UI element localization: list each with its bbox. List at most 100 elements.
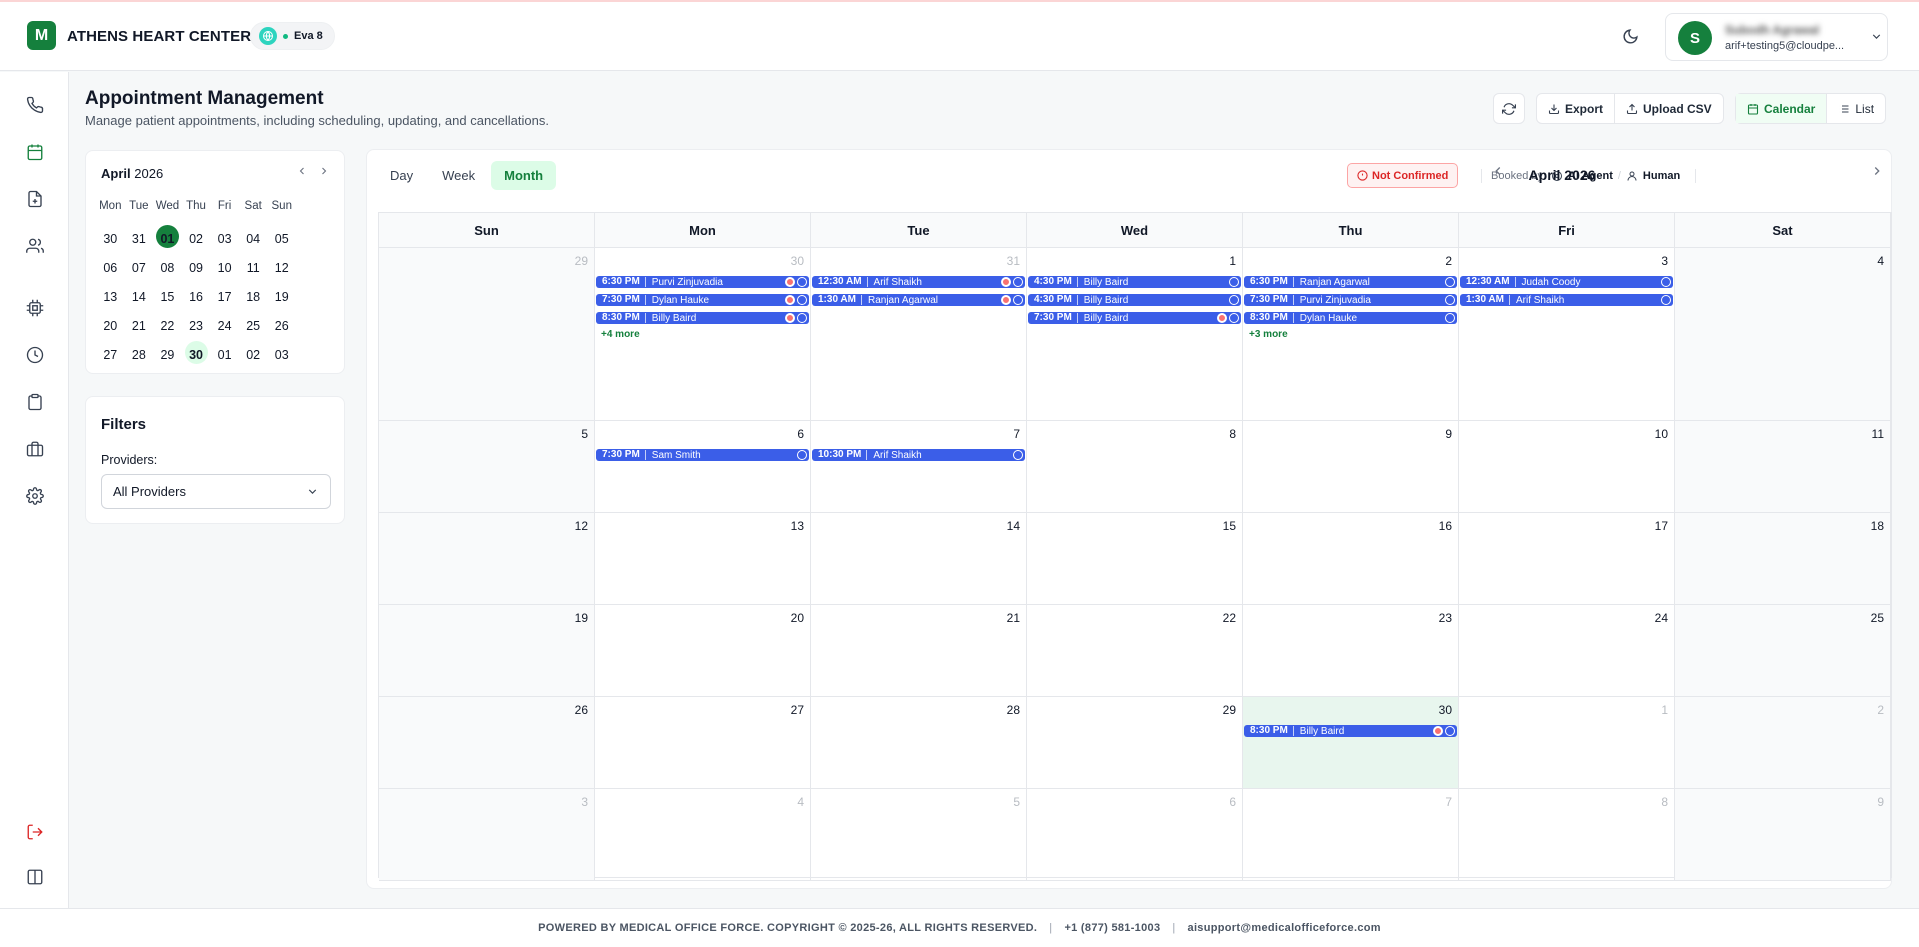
mini-day[interactable]: 02	[182, 225, 211, 254]
mini-day[interactable]: 21	[125, 312, 154, 341]
more-events-link[interactable]: +4 more	[601, 329, 640, 340]
mini-day[interactable]: 20	[96, 312, 125, 341]
providers-select[interactable]: All Providers	[101, 474, 331, 509]
briefcase-icon[interactable]	[24, 438, 46, 460]
export-button[interactable]: Export	[1537, 94, 1614, 123]
logout-icon[interactable]	[24, 821, 46, 843]
mini-day[interactable]: 16	[182, 283, 211, 312]
appointment-event[interactable]: 7:30 PM Sam Smith	[596, 449, 809, 461]
calendar-day-cell[interactable]: 6	[1027, 789, 1243, 881]
calendar-day-cell[interactable]: 4	[595, 789, 811, 881]
appointment-event[interactable]: 4:30 PM Billy Baird	[1028, 276, 1241, 288]
calendar-day-cell[interactable]: 28	[811, 697, 1027, 789]
calendar-day-cell[interactable]: 23	[1243, 605, 1459, 697]
calendar-day-cell[interactable]: 9	[1675, 789, 1891, 881]
appointment-event[interactable]: 6:30 PM Ranjan Agarwal	[1244, 276, 1457, 288]
users-icon[interactable]	[24, 235, 46, 257]
mini-day[interactable]: 26	[267, 312, 296, 341]
appointment-event[interactable]: 8:30 PM Billy Baird	[596, 312, 809, 324]
footer-phone[interactable]: +1 (877) 581-1003	[1064, 922, 1160, 934]
chevron-right-icon[interactable]	[318, 165, 330, 180]
calendar-day-cell[interactable]: 30 8:30 PM Billy Baird	[1243, 697, 1459, 789]
mini-day[interactable]: 19	[267, 283, 296, 312]
calendar-day-cell[interactable]: 2 6:30 PM Ranjan Agarwal 7:30 PM Purvi Zinju…	[1243, 248, 1459, 421]
calendar-day-cell[interactable]: 8	[1459, 789, 1675, 881]
mini-day[interactable]: 30	[182, 341, 211, 370]
mini-day[interactable]: 01	[210, 341, 239, 370]
agent-selector[interactable]: Eva 8	[250, 22, 335, 50]
appointment-event[interactable]: 1:30 AM Ranjan Agarwal	[812, 294, 1025, 306]
mini-day[interactable]: 10	[210, 254, 239, 283]
calendar-day-cell[interactable]: 24	[1459, 605, 1675, 697]
tab-month[interactable]: Month	[491, 161, 557, 190]
mini-day[interactable]: 11	[239, 254, 268, 283]
calendar-day-cell[interactable]: 3	[379, 789, 595, 881]
chevron-right-icon[interactable]	[1870, 164, 1884, 183]
mini-day[interactable]: 05	[267, 225, 296, 254]
calendar-day-cell[interactable]: 8	[1027, 421, 1243, 513]
phone-icon[interactable]	[24, 94, 46, 116]
tab-day[interactable]: Day	[377, 161, 426, 190]
calendar-day-cell[interactable]: 6 7:30 PM Sam Smith	[595, 421, 811, 513]
calendar-day-cell[interactable]: 9	[1243, 421, 1459, 513]
mini-day[interactable]: 04	[239, 225, 268, 254]
calendar-day-cell[interactable]: 5	[811, 789, 1027, 881]
mini-day[interactable]: 06	[96, 254, 125, 283]
mini-day[interactable]: 03	[210, 225, 239, 254]
mini-day[interactable]: 08	[153, 254, 182, 283]
appointment-event[interactable]: 12:30 AM Arif Shaikh	[812, 276, 1025, 288]
calendar-day-cell[interactable]: 29	[1027, 697, 1243, 789]
mini-day[interactable]: 07	[125, 254, 154, 283]
upload-csv-button[interactable]: Upload CSV	[1615, 94, 1723, 123]
calendar-day-cell[interactable]: 17	[1459, 513, 1675, 605]
calendar-day-cell[interactable]: 30 6:30 PM Purvi Zinjuvadia 7:30 PM Dylan Ha…	[595, 248, 811, 421]
tab-week[interactable]: Week	[429, 161, 488, 190]
mini-day[interactable]: 03	[267, 341, 296, 370]
mini-day[interactable]: 18	[239, 283, 268, 312]
calendar-day-cell[interactable]: 31 12:30 AM Arif Shaikh 1:30 AM Ranjan Agarw…	[811, 248, 1027, 421]
calendar-day-cell[interactable]: 2	[1675, 697, 1891, 789]
calendar-day-cell[interactable]: 25	[1675, 605, 1891, 697]
calendar-day-cell[interactable]: 10	[1459, 421, 1675, 513]
app-logo[interactable]: M	[27, 21, 56, 50]
clipboard-icon[interactable]	[24, 391, 46, 413]
refresh-button[interactable]	[1493, 93, 1525, 124]
appointment-event[interactable]: 1:30 AM Arif Shaikh	[1460, 294, 1673, 306]
calendar-day-cell[interactable]: 16	[1243, 513, 1459, 605]
calendar-day-cell[interactable]: 13	[595, 513, 811, 605]
appointment-event[interactable]: 7:30 PM Purvi Zinjuvadia	[1244, 294, 1457, 306]
appointment-event[interactable]: 8:30 PM Dylan Hauke	[1244, 312, 1457, 324]
mini-day[interactable]: 28	[125, 341, 154, 370]
chevron-left-icon[interactable]	[296, 165, 308, 180]
appointment-event[interactable]: 7:30 PM Dylan Hauke	[596, 294, 809, 306]
calendar-day-cell[interactable]: 22	[1027, 605, 1243, 697]
mini-day[interactable]: 01	[153, 225, 182, 254]
calendar-day-cell[interactable]: 7 10:30 PM Arif Shaikh	[811, 421, 1027, 513]
cpu-icon[interactable]	[24, 297, 46, 319]
calendar-day-cell[interactable]: 7	[1243, 789, 1459, 881]
calendar-day-cell[interactable]: 21	[811, 605, 1027, 697]
calendar-icon[interactable]	[24, 141, 46, 163]
calendar-day-cell[interactable]: 11	[1675, 421, 1891, 513]
appointment-event[interactable]: 8:30 PM Billy Baird	[1244, 725, 1457, 737]
file-plus-icon[interactable]	[24, 188, 46, 210]
mini-day[interactable]: 02	[239, 341, 268, 370]
calendar-day-cell[interactable]: 1 4:30 PM Billy Baird 4:30 PM Billy Baird 7:3…	[1027, 248, 1243, 421]
calendar-view-button[interactable]: Calendar	[1736, 94, 1827, 123]
not-confirmed-badge[interactable]: Not Confirmed	[1347, 163, 1459, 188]
calendar-day-cell[interactable]: 3 12:30 AM Judah Coody 1:30 AM Arif Shaikh	[1459, 248, 1675, 421]
appointment-event[interactable]: 4:30 PM Billy Baird	[1028, 294, 1241, 306]
calendar-day-cell[interactable]: 20	[595, 605, 811, 697]
footer-email[interactable]: aisupport@medicalofficeforce.com	[1188, 922, 1381, 934]
settings-icon[interactable]	[24, 485, 46, 507]
calendar-day-cell[interactable]: 19	[379, 605, 595, 697]
chevron-down-icon[interactable]	[1870, 30, 1883, 46]
calendar-day-cell[interactable]: 4	[1675, 248, 1891, 421]
mini-day[interactable]: 27	[96, 341, 125, 370]
mini-day[interactable]: 24	[210, 312, 239, 341]
calendar-day-cell[interactable]: 27	[595, 697, 811, 789]
calendar-day-cell[interactable]: 12	[379, 513, 595, 605]
calendar-day-cell[interactable]: 26	[379, 697, 595, 789]
mini-day[interactable]: 15	[153, 283, 182, 312]
mini-day[interactable]: 13	[96, 283, 125, 312]
